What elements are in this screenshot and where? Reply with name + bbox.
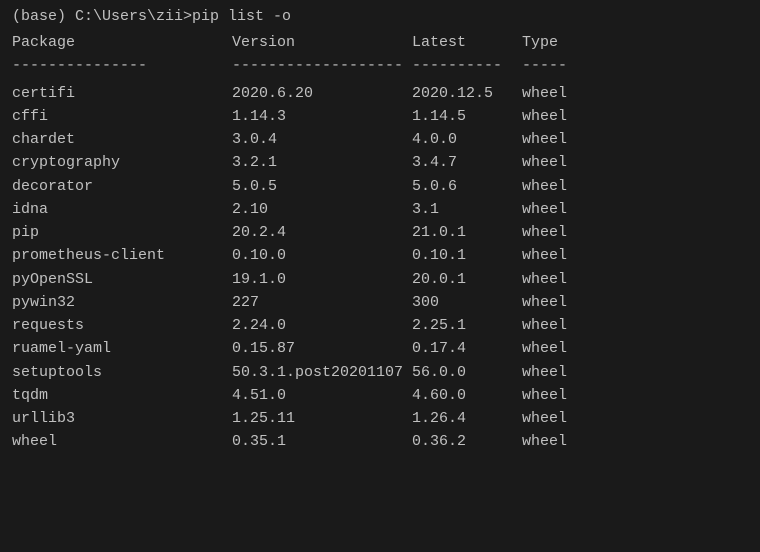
cell-latest: 4.0.0 [412,128,522,151]
cell-type: wheel [522,384,602,407]
terminal: (base) C:\Users\zii>pip list -o Package … [12,8,748,544]
table-row: urllib3 1.25.11 1.26.4 wheel [12,407,748,430]
cell-package: ruamel-yaml [12,337,232,360]
cell-latest: 2.25.1 [412,314,522,337]
table-body: certifi 2020.6.20 2020.12.5 wheel cffi 1… [12,82,748,454]
cell-type: wheel [522,361,602,384]
cell-type: wheel [522,268,602,291]
cell-type: wheel [522,151,602,174]
cell-package: pyOpenSSL [12,268,232,291]
pip-list-table: Package Version Latest Type ------------… [12,31,748,454]
table-row: decorator 5.0.5 5.0.6 wheel [12,175,748,198]
cell-latest: 56.0.0 [412,361,522,384]
cell-latest: 21.0.1 [412,221,522,244]
table-row: idna 2.10 3.1 wheel [12,198,748,221]
table-row: wheel 0.35.1 0.36.2 wheel [12,430,748,453]
cell-type: wheel [522,291,602,314]
cell-package: pip [12,221,232,244]
cell-latest: 1.26.4 [412,407,522,430]
cell-version: 0.10.0 [232,244,412,267]
cell-version: 1.14.3 [232,105,412,128]
table-divider: --------------- ------------------- ----… [12,54,748,77]
cell-version: 2.10 [232,198,412,221]
cell-version: 0.15.87 [232,337,412,360]
cell-type: wheel [522,430,602,453]
table-row: tqdm 4.51.0 4.60.0 wheel [12,384,748,407]
table-row: setuptools 50.3.1.post20201107 56.0.0 wh… [12,361,748,384]
cell-package: chardet [12,128,232,151]
header-package: Package [12,31,232,54]
cell-type: wheel [522,82,602,105]
cell-latest: 3.4.7 [412,151,522,174]
cell-latest: 0.10.1 [412,244,522,267]
divider-package: --------------- [12,54,232,77]
cell-type: wheel [522,175,602,198]
cell-version: 19.1.0 [232,268,412,291]
cell-type: wheel [522,407,602,430]
command-line: (base) C:\Users\zii>pip list -o [12,8,748,25]
cell-type: wheel [522,105,602,128]
cell-type: wheel [522,198,602,221]
cell-latest: 0.17.4 [412,337,522,360]
cell-package: idna [12,198,232,221]
table-row: certifi 2020.6.20 2020.12.5 wheel [12,82,748,105]
table-row: ruamel-yaml 0.15.87 0.17.4 wheel [12,337,748,360]
cell-type: wheel [522,244,602,267]
cell-package: certifi [12,82,232,105]
table-row: pyOpenSSL 19.1.0 20.0.1 wheel [12,268,748,291]
cell-package: setuptools [12,361,232,384]
cell-latest: 4.60.0 [412,384,522,407]
cell-latest: 300 [412,291,522,314]
header-latest: Latest [412,31,522,54]
cell-package: tqdm [12,384,232,407]
header-version: Version [232,31,412,54]
cell-version: 4.51.0 [232,384,412,407]
cell-version: 20.2.4 [232,221,412,244]
cell-latest: 0.36.2 [412,430,522,453]
table-row: chardet 3.0.4 4.0.0 wheel [12,128,748,151]
cell-version: 1.25.11 [232,407,412,430]
divider-version: ------------------- [232,54,412,77]
cell-package: urllib3 [12,407,232,430]
cell-version: 0.35.1 [232,430,412,453]
table-row: pip 20.2.4 21.0.1 wheel [12,221,748,244]
table-row: cryptography 3.2.1 3.4.7 wheel [12,151,748,174]
cell-package: decorator [12,175,232,198]
cell-version: 2020.6.20 [232,82,412,105]
cell-version: 50.3.1.post20201107 [232,361,412,384]
cell-type: wheel [522,314,602,337]
cell-package: cryptography [12,151,232,174]
cell-type: wheel [522,128,602,151]
cell-latest: 2020.12.5 [412,82,522,105]
cell-package: pywin32 [12,291,232,314]
cell-version: 5.0.5 [232,175,412,198]
cell-version: 2.24.0 [232,314,412,337]
table-row: prometheus-client 0.10.0 0.10.1 wheel [12,244,748,267]
cell-type: wheel [522,337,602,360]
cell-version: 3.0.4 [232,128,412,151]
table-row: requests 2.24.0 2.25.1 wheel [12,314,748,337]
cell-type: wheel [522,221,602,244]
table-row: pywin32 227 300 wheel [12,291,748,314]
table-header: Package Version Latest Type [12,31,748,54]
divider-type: ----- [522,54,602,77]
cell-version: 227 [232,291,412,314]
cell-package: wheel [12,430,232,453]
cell-latest: 1.14.5 [412,105,522,128]
table-row: cffi 1.14.3 1.14.5 wheel [12,105,748,128]
cell-package: requests [12,314,232,337]
cell-package: prometheus-client [12,244,232,267]
divider-latest: ---------- [412,54,522,77]
cell-latest: 5.0.6 [412,175,522,198]
cell-latest: 3.1 [412,198,522,221]
header-type: Type [522,31,602,54]
cell-latest: 20.0.1 [412,268,522,291]
cell-package: cffi [12,105,232,128]
cell-version: 3.2.1 [232,151,412,174]
